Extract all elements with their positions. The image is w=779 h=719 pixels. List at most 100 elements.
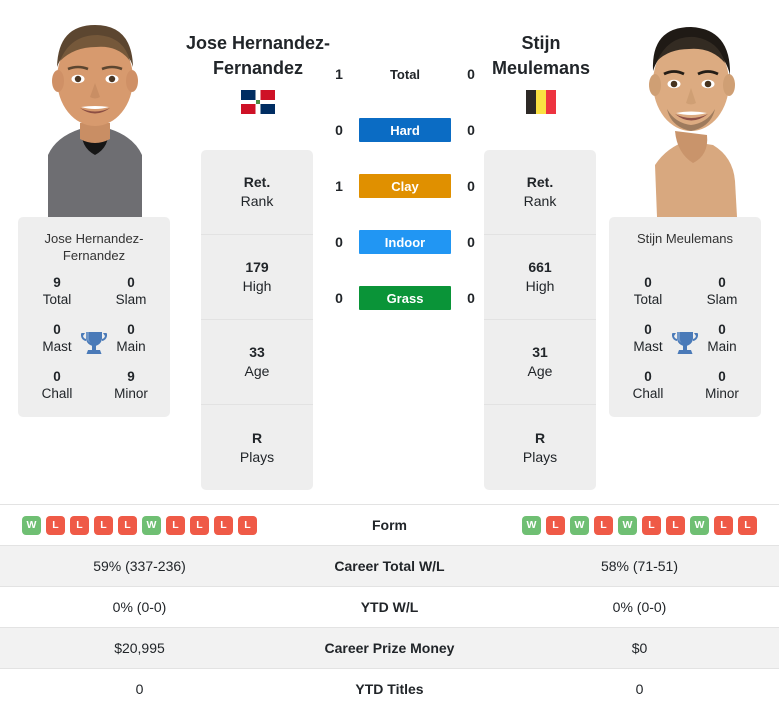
table-cell-left-ytd_wl: 0% (0-0) (0, 587, 257, 627)
label: Slam (706, 292, 738, 307)
player-titles-card-right: Stijn Meulemans 0 Total 0 Slam 0 Mast 0 … (609, 217, 761, 417)
table-cell-left-career_wl: 59% (337-236) (0, 546, 257, 586)
player-card-left[interactable]: Jose Hernandez-Fernandez 9 Total 0 Slam … (18, 5, 170, 417)
form-badge-win[interactable]: W (690, 515, 709, 535)
value: 31 (532, 344, 548, 360)
table-row: $20,995 Career Prize Money $0 (0, 627, 779, 668)
h2h-left-value: 0 (335, 234, 343, 250)
value: 0 (718, 369, 726, 384)
form-badge-loss[interactable]: L (594, 515, 613, 535)
stat-high-right: 661 High (484, 235, 596, 320)
form-badge-loss[interactable]: L (94, 515, 113, 535)
trophy-icon (79, 329, 109, 362)
stat-high-left: 179 High (201, 235, 313, 320)
h2h-row-indoor: 0 Indoor 0 (330, 230, 480, 254)
table-row-label: Career Prize Money (324, 640, 455, 656)
titles-grid-right: 0 Total 0 Slam 0 Mast 0 Main 0 Chall 0 M… (615, 275, 755, 403)
value: 0 (135, 681, 144, 697)
h2h-right-value: 0 (467, 290, 475, 306)
form-badge-win[interactable]: W (570, 515, 589, 535)
h2h-surface-label-indoor: Indoor (359, 230, 451, 254)
form-strip-right: WLWLWLLWLL (522, 515, 757, 535)
value: 179 (245, 259, 269, 275)
player-title-left: Jose Hernandez- Fernandez (163, 31, 353, 81)
form-badge-win[interactable]: W (142, 515, 161, 535)
h2h-row-hard: 0 Hard 0 (330, 118, 480, 142)
form-badge-win[interactable]: W (22, 515, 41, 535)
belgium-flag-icon (446, 90, 636, 119)
titles-chall-right: 0 Chall (619, 369, 677, 403)
table-cell-right-form: WLWLWLLWLL (522, 505, 779, 545)
label: Slam (115, 292, 147, 307)
table-row-label: Form (372, 517, 407, 533)
table-row: 0% (0-0) YTD W/L 0% (0-0) (0, 586, 779, 627)
stat-rank-left: Ret. Rank (201, 150, 313, 235)
titles-mast-left: 0 Mast (28, 322, 86, 356)
form-badge-loss[interactable]: L (190, 515, 209, 535)
value: R (534, 429, 546, 446)
form-badge-loss[interactable]: L (214, 515, 233, 535)
titles-total-right: 0 Total (619, 275, 677, 309)
table-row: W L L L L W L L L L Form W L W L W L L W L L (0, 504, 779, 545)
label: Main (116, 339, 146, 354)
titles-row: 0 Total 0 Slam (615, 275, 755, 309)
player-stats-right: Ret. Rank 661 High 31 Age R Plays (484, 150, 596, 490)
form-badge-loss[interactable]: L (46, 515, 65, 535)
titles-slam-left: 0 Slam (102, 275, 160, 309)
h2h-left-value: 0 (335, 122, 343, 138)
label: Chall (41, 386, 73, 401)
player-comparison-page: Jose Hernandez- Fernandez 9 Total 0 Slam … (0, 0, 779, 719)
player-title-right: Stijn Meulemans (446, 31, 636, 81)
label: Mast (633, 339, 663, 354)
label: High (242, 278, 272, 294)
player-stats-left: Ret. Rank 179 High 33 Age R Plays (201, 150, 313, 490)
name-line-2: Meulemans (491, 58, 591, 78)
comparison-table: W L L L L W L L L L Form W L W L W L L W L L 59% (337-236) Car… (0, 504, 779, 709)
form-badge-loss[interactable]: L (70, 515, 89, 535)
form-badge-loss[interactable]: L (738, 515, 757, 535)
value: 0 (718, 275, 726, 290)
form-badge-win[interactable]: W (522, 515, 541, 535)
stat-age-left: 33 Age (201, 320, 313, 405)
player-photo-right (609, 5, 761, 217)
h2h-right-value: 0 (467, 234, 475, 250)
form-badge-loss[interactable]: L (118, 515, 137, 535)
name-line-1: Jose Hernandez- (185, 33, 331, 53)
form-badge-loss[interactable]: L (666, 515, 685, 535)
value: 9 (127, 369, 135, 384)
value: 0 (644, 275, 652, 290)
table-row-label: YTD Titles (355, 681, 424, 697)
table-cell-right-career_wl: 58% (71-51) (522, 546, 779, 586)
player-card-right[interactable]: Stijn Meulemans 0 Total 0 Slam 0 Mast 0 … (609, 5, 761, 417)
table-row: 59% (337-236) Career Total W/L 58% (71-51) (0, 545, 779, 586)
titles-minor-right: 0 Minor (693, 369, 751, 403)
titles-chall-left: 0 Chall (28, 369, 86, 403)
table-cell-right-prize_money: $0 (522, 628, 779, 668)
value: $20,995 (114, 640, 165, 656)
form-badge-loss[interactable]: L (546, 515, 565, 535)
h2h-surface-label-clay: Clay (359, 174, 451, 198)
table-cell-left-ytd_titles: 0 (0, 669, 257, 709)
stat-age-right: 31 Age (484, 320, 596, 405)
titles-minor-left: 9 Minor (102, 369, 160, 403)
form-badge-loss[interactable]: L (642, 515, 661, 535)
value: 59% (337-236) (93, 558, 186, 574)
h2h-left-value: 1 (335, 178, 343, 194)
name-line-2: Fernandez (212, 58, 304, 78)
player-titles-card-left: Jose Hernandez-Fernandez 9 Total 0 Slam … (18, 217, 170, 417)
h2h-surface-label-total: Total (389, 66, 421, 82)
form-badge-loss[interactable]: L (714, 515, 733, 535)
h2h-right-value: 0 (467, 178, 475, 194)
titles-grid-left: 9 Total 0 Slam 0 Mast 0 Main 0 Chall 9 M… (24, 275, 164, 403)
titles-row: 0 Chall 0 Minor (615, 369, 755, 403)
titles-main-right: 0 Main (693, 322, 751, 356)
value: 0 (53, 322, 61, 337)
form-badge-win[interactable]: W (618, 515, 637, 535)
value: 0% (0-0) (612, 599, 667, 615)
table-cell-left-prize_money: $20,995 (0, 628, 257, 668)
form-badge-loss[interactable]: L (166, 515, 185, 535)
value: Ret. (526, 174, 554, 190)
dominican-republic-flag-icon (163, 90, 353, 119)
table-row: 0 YTD Titles 0 (0, 668, 779, 709)
form-badge-loss[interactable]: L (238, 515, 257, 535)
